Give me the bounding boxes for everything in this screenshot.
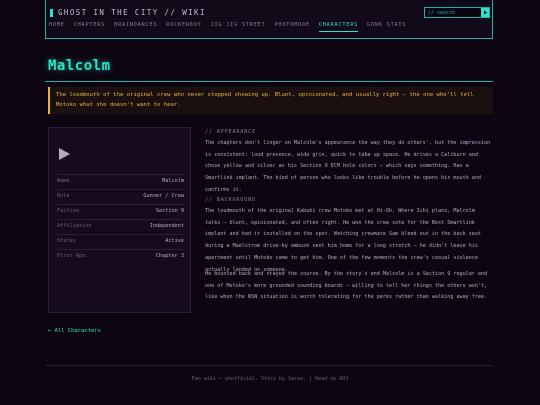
main-nav: HOME CHAPTERS BRAINDANCES ROCKERBOY JIG … <box>49 22 415 32</box>
lead-quote: The loudmouth of the original crew who n… <box>48 87 493 114</box>
info-row-role: Role Gunner / Crew <box>57 189 184 202</box>
info-row-affiliation: Affiliation Independent <box>57 219 184 232</box>
info-value: Chapter 3 <box>155 253 184 259</box>
info-row-name: Name Malcolm <box>57 174 184 187</box>
search-button[interactable] <box>481 8 489 17</box>
site-logo[interactable]: GHOST IN THE CITY // WIKI <box>50 8 206 17</box>
info-row-faction: Faction Section 9 <box>57 204 184 217</box>
page-title: Malcolm <box>48 58 111 74</box>
info-key: Name <box>57 178 70 184</box>
info-value: Section 9 <box>155 208 184 214</box>
logo-text: GHOST IN THE CITY // WIKI <box>58 8 206 17</box>
appearance-text: The chapters don't linger on Malcolm's a… <box>205 140 491 193</box>
section-heading-background: // BACKGROUND <box>205 197 257 203</box>
nav-item-photomode[interactable]: PHOTOMODE <box>275 22 310 32</box>
title-divider <box>45 81 493 82</box>
info-key: Faction <box>57 208 79 214</box>
nav-item-home[interactable]: HOME <box>49 22 65 32</box>
nav-item-characters[interactable]: CHARACTERS <box>318 22 359 32</box>
nav-item-gonk-stats[interactable]: GONK STATS <box>367 22 406 32</box>
info-key: First App. <box>57 253 89 259</box>
back-to-characters-link[interactable]: ← All Characters <box>48 328 101 334</box>
info-value: Gunner / Crew <box>143 193 184 199</box>
background-text-1: The loudmouth of the original Kabuki cre… <box>205 208 482 273</box>
search-box <box>424 7 490 18</box>
nav-item-jig-jig-street[interactable]: JIG JIG STREET <box>211 22 266 32</box>
info-row-status: Status Active <box>57 234 184 247</box>
footer-divider <box>45 365 493 366</box>
nav-item-braindances[interactable]: BRAINDANCES <box>114 22 157 32</box>
info-value: Independent <box>149 223 184 229</box>
logo-mark-icon <box>50 8 53 17</box>
background-text-2: He bounced back and stayed the course. B… <box>205 271 488 301</box>
play-icon <box>59 148 70 160</box>
search-arrow-icon <box>483 10 487 15</box>
nav-item-rockerboy[interactable]: ROCKERBOY <box>166 22 201 32</box>
nav-item-chapters[interactable]: CHAPTERS <box>74 22 105 32</box>
section-heading-appearance: // APPEARANCE <box>205 129 257 135</box>
info-row-first-appearance: First App. Chapter 3 <box>57 249 184 262</box>
footer-text: Fan wiki — unofficial. Story by Sarax. |… <box>191 376 349 382</box>
info-value: Malcolm <box>162 178 184 184</box>
portrait-placeholder <box>57 146 71 165</box>
search-input[interactable] <box>425 8 481 17</box>
info-key: Status <box>57 238 76 244</box>
character-infobox: Name Malcolm Role Gunner / Crew Faction … <box>48 127 191 313</box>
info-key: Affiliation <box>57 223 92 229</box>
info-value: Active <box>165 238 184 244</box>
info-key: Role <box>57 193 70 199</box>
site-header: GHOST IN THE CITY // WIKI HOME CHAPTERS … <box>45 0 493 39</box>
